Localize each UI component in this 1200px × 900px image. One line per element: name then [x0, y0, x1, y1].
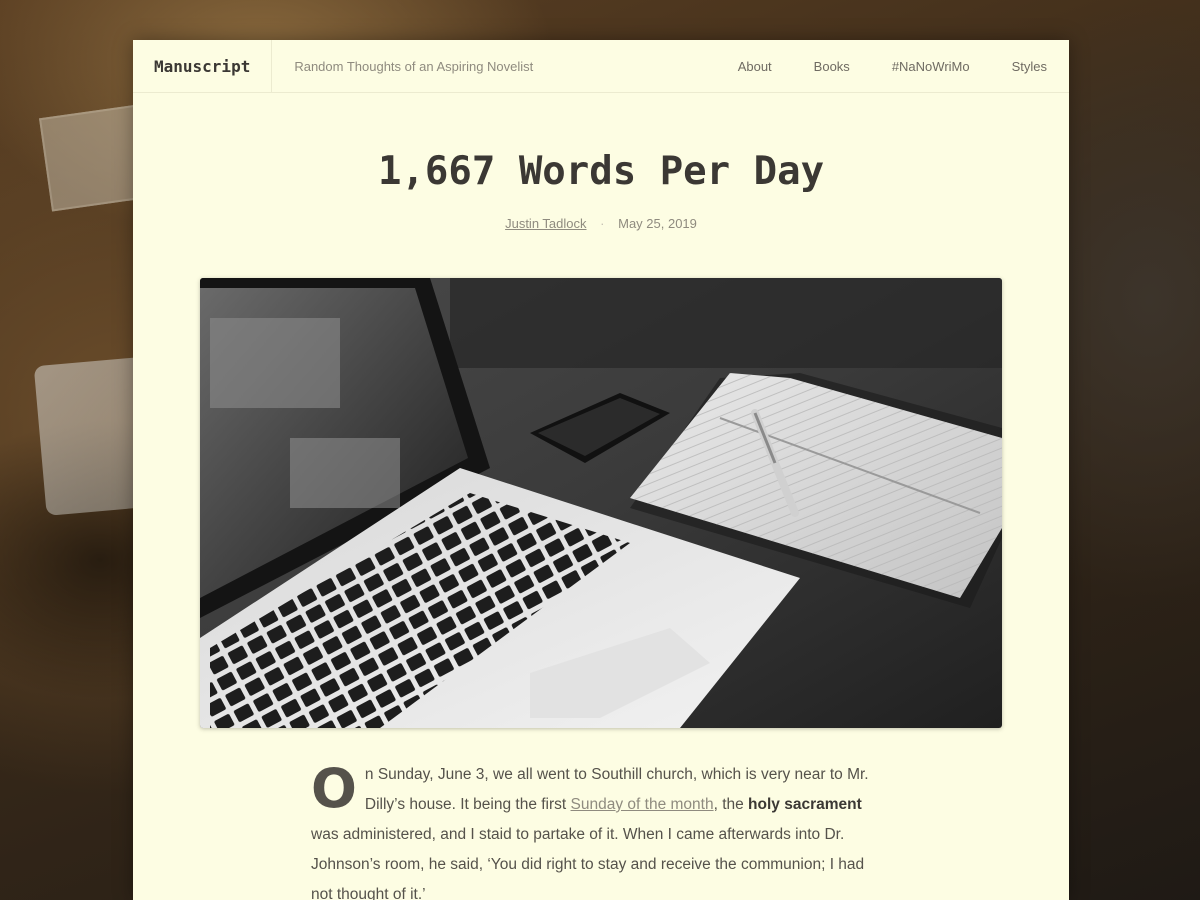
post-meta: Justin Tadlock · May 25, 2019: [133, 216, 1069, 231]
nav-item-styles[interactable]: Styles: [1012, 59, 1047, 74]
nav-item-about[interactable]: About: [738, 59, 772, 74]
inline-link[interactable]: Sunday of the month: [571, 796, 714, 813]
meta-separator: ·: [600, 216, 605, 231]
primary-nav: About Books #NaNoWriMo Styles: [696, 59, 1069, 74]
post-content: On Sunday, June 3, we all went to Southi…: [311, 760, 881, 900]
paragraph-text-3: was administered, and I staid to partake…: [311, 826, 865, 900]
page-container: Manuscript Random Thoughts of an Aspirin…: [133, 40, 1069, 900]
bold-text: holy sacrament: [748, 796, 862, 813]
nav-item-books[interactable]: Books: [814, 59, 850, 74]
nav-item-nanowrimo[interactable]: #NaNoWriMo: [892, 59, 970, 74]
paragraph-text-2: , the: [713, 796, 749, 813]
site-title-link[interactable]: Manuscript: [133, 40, 273, 92]
drop-cap: O: [311, 757, 357, 820]
site-header: Manuscript Random Thoughts of an Aspirin…: [133, 40, 1069, 93]
author-link[interactable]: Justin Tadlock: [505, 216, 586, 231]
featured-image: [200, 278, 1002, 728]
post-title: 1,667 Words Per Day: [377, 149, 825, 194]
post-date: May 25, 2019: [618, 216, 697, 231]
site-tagline: Random Thoughts of an Aspiring Novelist: [294, 58, 534, 74]
